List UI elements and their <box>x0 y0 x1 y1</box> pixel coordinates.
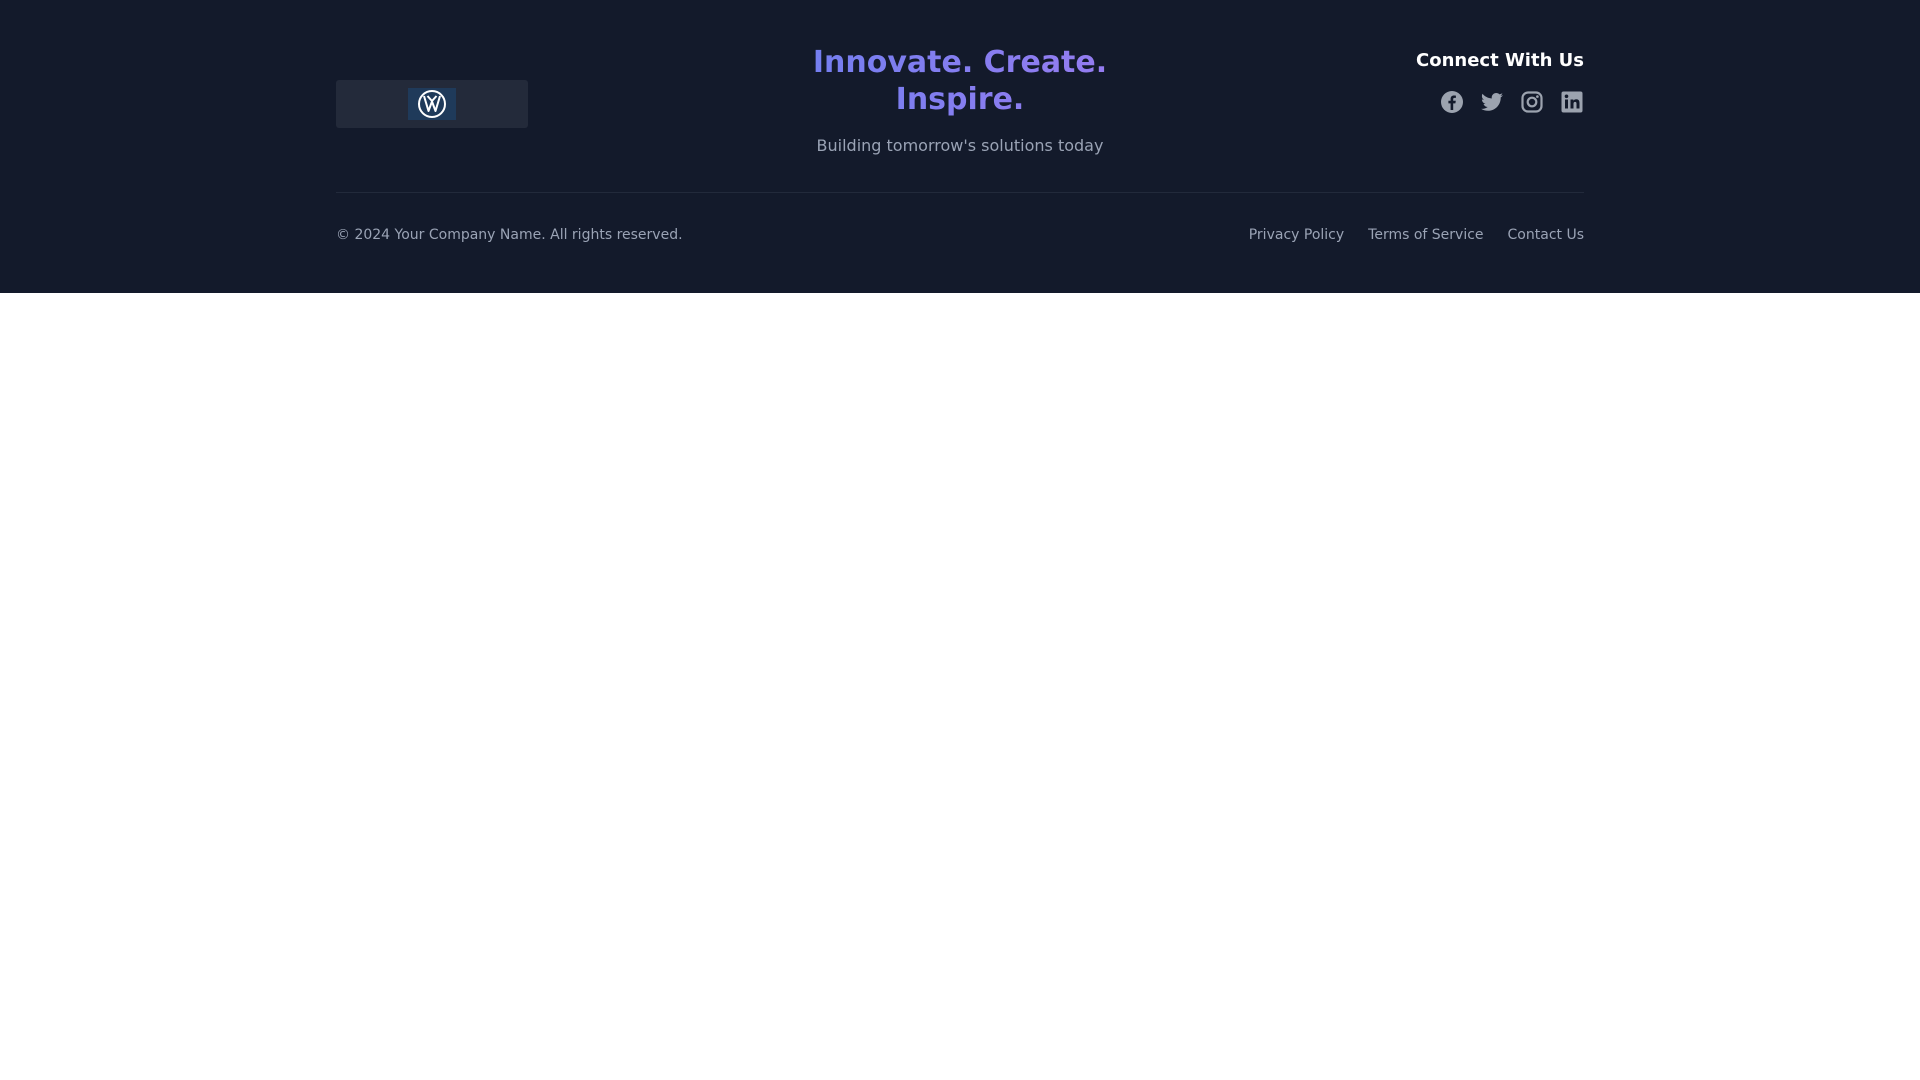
twitter-icon[interactable] <box>1480 90 1504 114</box>
footer-container: Innovate. Create. Inspire. Building tomo… <box>336 0 1584 293</box>
tagline-line-1: Innovate. Create. <box>812 45 1108 80</box>
footer-divider <box>336 192 1584 193</box>
tagline-block: Innovate. Create. Inspire. Building tomo… <box>760 44 1160 156</box>
tagline-subtitle: Building tomorrow's solutions today <box>816 136 1104 155</box>
terms-of-service-link[interactable]: Terms of Service <box>1368 226 1483 244</box>
social-links <box>1416 90 1584 114</box>
connect-section: Connect With Us <box>1416 50 1584 114</box>
vw-logo-icon <box>408 88 456 120</box>
copyright-text: © 2024 Your Company Name. All rights res… <box>336 227 683 243</box>
site-footer: Innovate. Create. Inspire. Building tomo… <box>0 0 1920 293</box>
footer-bottom: © 2024 Your Company Name. All rights res… <box>336 226 1584 244</box>
privacy-policy-link[interactable]: Privacy Policy <box>1249 226 1344 244</box>
tagline-line-2: Inspire. <box>895 82 1025 117</box>
footer-links: Privacy Policy Terms of Service Contact … <box>1249 226 1584 244</box>
company-logo[interactable] <box>336 80 528 128</box>
linkedin-icon[interactable] <box>1560 90 1584 114</box>
instagram-icon[interactable] <box>1520 90 1544 114</box>
tagline-heading: Innovate. Create. Inspire. <box>760 44 1160 118</box>
contact-us-link[interactable]: Contact Us <box>1508 226 1584 244</box>
connect-title: Connect With Us <box>1416 50 1584 71</box>
facebook-icon[interactable] <box>1440 90 1464 114</box>
